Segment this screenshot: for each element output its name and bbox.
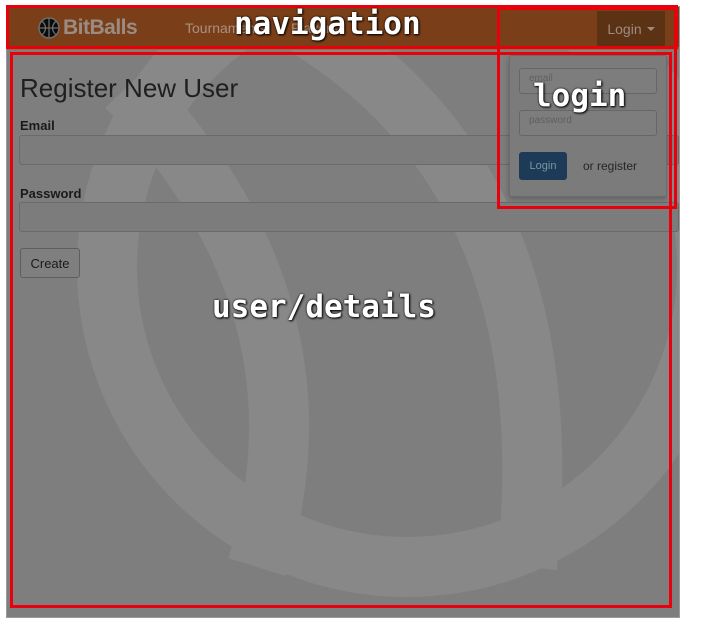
navigation-annotation-label: navigation (234, 6, 421, 42)
login-annotation-label: login (533, 78, 627, 114)
details-annotation-label: user/details (212, 289, 436, 325)
details-annotation-box (10, 52, 672, 608)
